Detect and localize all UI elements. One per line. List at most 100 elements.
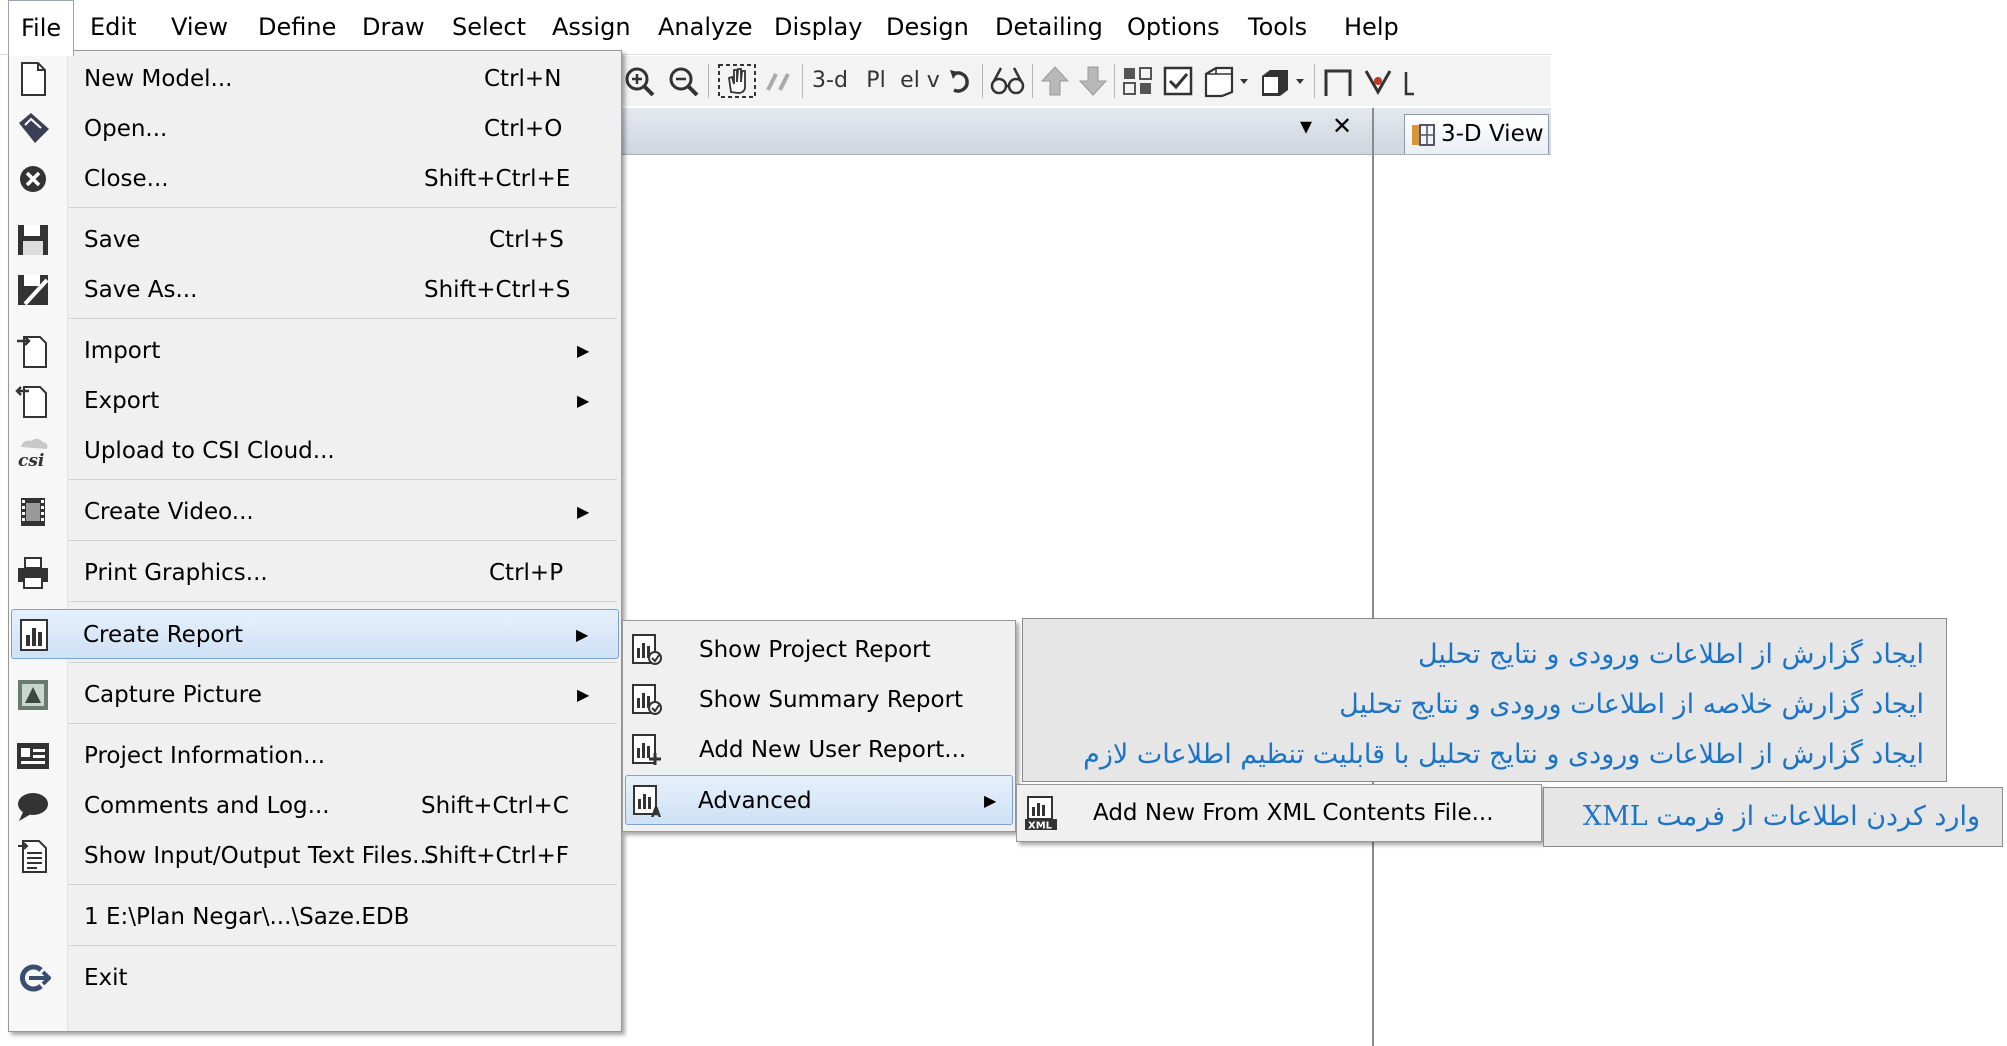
plan-view-button[interactable]: Pl n: [856, 62, 896, 131]
menu-item-new-model[interactable]: New Model... Ctrl+N: [11, 54, 619, 104]
menu-item-shortcut: Ctrl+N: [484, 66, 562, 92]
menu-item-project-information[interactable]: Project Information...: [11, 731, 619, 781]
zoom-in-icon[interactable]: [622, 62, 658, 100]
close-circle-icon: [15, 161, 51, 197]
zoom-out-icon[interactable]: [666, 62, 702, 100]
annotation-line: ایجاد گزارش خلاصه از اطلاعات ورودی و نتا…: [1339, 689, 1924, 720]
annotation-line: ایجاد گزارش از اطلاعات ورودی و نتایج تحل…: [1417, 639, 1924, 670]
menu-item-add-new-user-report[interactable]: Add New User Report...: [625, 725, 1013, 775]
menu-item-save[interactable]: Save Ctrl+S: [11, 215, 619, 265]
menu-item-shortcut: Shift+Ctrl+C: [421, 793, 569, 819]
menu-item-upload-csi-cloud[interactable]: csi Upload to CSI Cloud...: [11, 426, 619, 476]
menu-file[interactable]: File: [8, 0, 75, 56]
object-shrink-dropdown[interactable]: [1200, 62, 1254, 100]
rotate-icon[interactable]: [944, 62, 978, 100]
pane-divider[interactable]: [1372, 108, 1374, 1046]
menu-item-advanced[interactable]: A Advanced ▶: [625, 775, 1013, 825]
pane-dropdown-icon[interactable]: ▾: [1300, 112, 1312, 140]
pan-hand-icon[interactable]: [716, 62, 758, 100]
menu-assign[interactable]: Assign: [540, 0, 643, 54]
report-advanced-icon: A: [630, 783, 666, 819]
menu-design[interactable]: Design: [874, 0, 981, 54]
menu-item-label: Import: [84, 338, 161, 364]
menu-separator: [69, 601, 617, 602]
perspective-glasses-icon[interactable]: [988, 62, 1028, 100]
printer-icon: [15, 555, 51, 591]
menu-item-label: Show Summary Report: [699, 687, 964, 713]
submenu-arrow-icon: ▶: [577, 502, 590, 521]
move-up-icon[interactable]: [1038, 62, 1072, 100]
undo-zoom-icon[interactable]: [762, 62, 796, 100]
menu-detailing[interactable]: Detailing: [983, 0, 1115, 54]
menu-item-label: Show Input/Output Text Files...: [84, 843, 435, 869]
menu-item-show-io-text-files[interactable]: Show Input/Output Text Files... Shift+Ct…: [11, 831, 619, 881]
close-icon[interactable]: ✕: [1332, 112, 1352, 140]
menu-item-show-project-report[interactable]: Show Project Report: [625, 625, 1013, 675]
menu-item-label: Close...: [84, 166, 169, 192]
menu-bar: File Edit View Define Draw Select Assign…: [0, 0, 1551, 56]
menu-separator: [69, 207, 617, 208]
report-view-icon: [629, 632, 665, 668]
submenu-arrow-icon: ▶: [576, 625, 589, 644]
menu-tools[interactable]: Tools: [1236, 0, 1319, 54]
move-down-icon[interactable]: [1076, 62, 1110, 100]
menu-item-close[interactable]: Close... Shift+Ctrl+E: [11, 154, 619, 204]
menu-item-exit[interactable]: Exit: [11, 953, 619, 1003]
menu-item-shortcut: Shift+Ctrl+S: [424, 277, 571, 303]
toolbar-separator: [1032, 64, 1033, 98]
menu-item-create-video[interactable]: Create Video... ▶: [11, 487, 619, 537]
menu-display[interactable]: Display: [762, 0, 874, 54]
submenu-arrow-icon: ▶: [577, 341, 590, 360]
toolbar-separator: [802, 64, 803, 98]
menu-item-import[interactable]: Import ▶: [11, 326, 619, 376]
frame-draw-icon[interactable]: [1320, 62, 1356, 100]
menu-item-label: Add New From XML Contents File...: [1093, 800, 1494, 826]
tab-3d-view[interactable]: 3-D View: [1404, 114, 1549, 154]
menu-item-label: Create Report: [83, 622, 243, 648]
menu-item-recent-file[interactable]: 1 E:\Plan Negar\...\Saze.EDB: [11, 892, 619, 942]
menu-item-print-graphics[interactable]: Print Graphics... Ctrl+P: [11, 548, 619, 598]
menu-help[interactable]: Help: [1332, 0, 1411, 54]
menu-item-export[interactable]: Export ▶: [11, 376, 619, 426]
advanced-submenu: XML Add New From XML Contents File...: [1016, 784, 1542, 842]
extrude-dropdown[interactable]: [1256, 62, 1310, 100]
menu-item-create-report[interactable]: Create Report ▶: [11, 609, 619, 659]
text-file-icon: [15, 838, 51, 874]
toolbar-overflow-icon[interactable]: [1400, 62, 1420, 100]
menu-item-label: Advanced: [698, 788, 812, 814]
menu-item-add-new-from-xml[interactable]: XML Add New From XML Contents File...: [1019, 788, 1539, 838]
menu-separator: [69, 884, 617, 885]
menu-item-shortcut: Ctrl+S: [489, 227, 564, 253]
menu-item-label: Print Graphics...: [84, 560, 268, 586]
menu-item-shortcut: Shift+Ctrl+F: [424, 843, 569, 869]
elevation-view-button[interactable]: el v: [900, 62, 940, 100]
menu-item-comments-log[interactable]: Comments and Log... Shift+Ctrl+C: [11, 781, 619, 831]
menu-separator: [69, 540, 617, 541]
report-annotation-box: ایجاد گزارش از اطلاعات ورودی و نتایج تحل…: [1022, 618, 1947, 782]
menu-item-save-as[interactable]: Save As... Shift+Ctrl+S: [11, 265, 619, 315]
menu-options[interactable]: Options: [1115, 0, 1232, 54]
menu-view[interactable]: View: [159, 0, 240, 54]
menu-item-label: Upload to CSI Cloud...: [84, 438, 335, 464]
view-3d-button[interactable]: 3-d: [810, 62, 850, 100]
toolbar-separator: [708, 64, 709, 98]
menu-item-show-summary-report[interactable]: Show Summary Report: [625, 675, 1013, 725]
checkbox-icon[interactable]: [1160, 62, 1196, 100]
menu-edit[interactable]: Edit: [78, 0, 148, 54]
menu-item-open[interactable]: Open... Ctrl+O: [11, 104, 619, 154]
import-icon: [15, 333, 51, 369]
menu-item-capture-picture[interactable]: Capture Picture ▶: [11, 670, 619, 720]
snap-icon[interactable]: [1360, 62, 1396, 100]
floppy-icon: [15, 222, 51, 258]
export-icon: [15, 383, 51, 419]
menu-define[interactable]: Define: [246, 0, 348, 54]
menu-separator: [69, 723, 617, 724]
info-card-icon: [15, 738, 51, 774]
menu-item-label: Add New User Report...: [699, 737, 967, 763]
menu-separator: [69, 662, 617, 663]
file-menu: New Model... Ctrl+N Open... Ctrl+O Close…: [8, 50, 622, 1032]
menu-analyze[interactable]: Analyze: [646, 0, 765, 54]
select-grid-icon[interactable]: [1120, 62, 1156, 100]
menu-draw[interactable]: Draw: [350, 0, 437, 54]
menu-select[interactable]: Select: [440, 0, 538, 54]
